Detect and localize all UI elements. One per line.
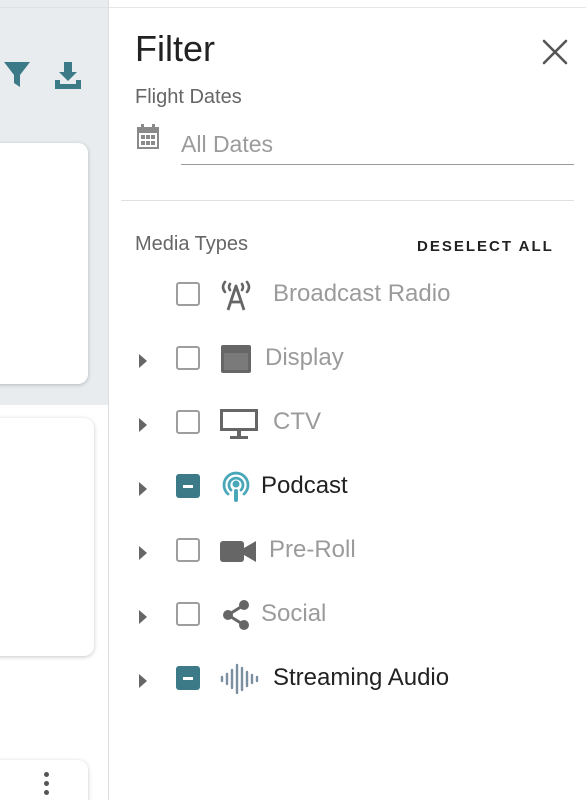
expand-caret-icon[interactable]: [139, 418, 147, 432]
filter-icon[interactable]: [3, 60, 31, 90]
podcast-icon: [222, 471, 250, 502]
deselect-all-button[interactable]: DESELECT ALL: [417, 238, 554, 255]
video-camera-icon: [220, 541, 256, 562]
filter-panel: Filter Flight Dates Media Types DESELECT…: [109, 0, 586, 800]
media-type-label: CTV: [273, 408, 321, 435]
checkbox-streaming-audio[interactable]: [176, 666, 200, 690]
checkbox-broadcast-radio[interactable]: [176, 282, 200, 306]
media-type-row-social[interactable]: Social: [109, 592, 586, 642]
audio-waveform-icon: [220, 663, 259, 695]
expand-caret-icon[interactable]: [139, 354, 147, 368]
calendar-icon[interactable]: [136, 124, 160, 150]
panel-title: Filter: [135, 28, 215, 69]
tv-monitor-icon: [220, 409, 258, 439]
background-app: [0, 0, 108, 800]
expand-caret-icon[interactable]: [139, 674, 147, 688]
flight-dates-label: Flight Dates: [135, 86, 242, 108]
media-type-label: Display: [265, 344, 344, 371]
media-type-label: Social: [261, 600, 327, 627]
broadcast-radio-icon: [221, 280, 251, 311]
media-type-row-broadcast-radio[interactable]: Broadcast Radio: [109, 272, 586, 322]
share-icon: [223, 600, 249, 630]
media-type-label: Pre-Roll: [269, 536, 356, 563]
background-top-border: [0, 7, 108, 8]
background-card: [0, 143, 88, 384]
checkbox-podcast[interactable]: [176, 474, 200, 498]
media-type-row-ctv[interactable]: CTV: [109, 400, 586, 450]
media-types-label: Media Types: [135, 233, 249, 255]
expand-caret-icon[interactable]: [139, 610, 147, 624]
media-type-row-podcast[interactable]: Podcast: [109, 464, 586, 514]
panel-top-border: [109, 7, 586, 8]
flight-dates-input[interactable]: [181, 124, 574, 165]
checkbox-display[interactable]: [176, 346, 200, 370]
checkbox-ctv[interactable]: [176, 410, 200, 434]
media-type-row-display[interactable]: Display: [109, 336, 586, 386]
checkbox-social[interactable]: [176, 602, 200, 626]
media-type-label: Broadcast Radio: [273, 280, 451, 307]
media-type-row-streaming-audio[interactable]: Streaming Audio: [109, 656, 586, 706]
expand-caret-icon[interactable]: [139, 546, 147, 560]
download-icon[interactable]: [53, 60, 83, 90]
more-options-icon[interactable]: [44, 772, 49, 799]
media-type-label: Streaming Audio: [273, 664, 450, 691]
expand-caret-icon[interactable]: [139, 482, 147, 496]
media-type-label: Podcast: [261, 472, 348, 499]
checkbox-pre-roll[interactable]: [176, 538, 200, 562]
display-icon: [221, 345, 251, 373]
media-type-row-pre-roll[interactable]: Pre-Roll: [109, 528, 586, 578]
background-card: [0, 418, 94, 656]
close-icon[interactable]: [541, 38, 569, 66]
section-separator: [121, 200, 574, 201]
